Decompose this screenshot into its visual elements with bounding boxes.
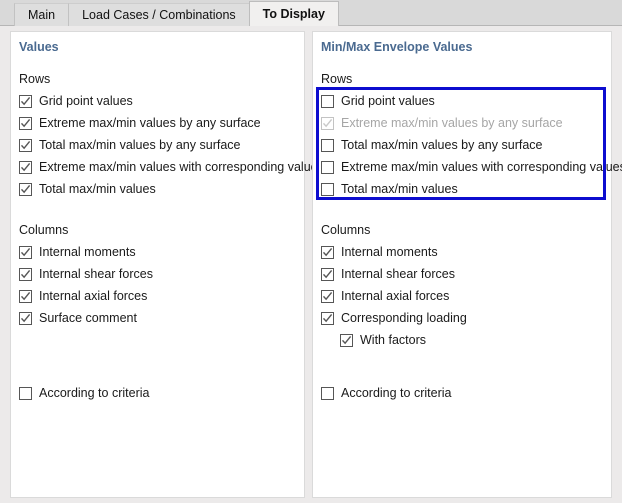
values-row-total-maxmin-values-label: Total max/min values bbox=[39, 182, 156, 196]
envelope-according-to-criteria[interactable]: According to criteria bbox=[321, 384, 451, 402]
values-row-extreme-maxmin-by-any-surface[interactable]: Extreme max/min values by any surface bbox=[19, 114, 261, 132]
envelope-row-extreme-maxmin-with-corresponding[interactable]: Extreme max/min values with correspondin… bbox=[321, 158, 622, 176]
tab-to-display[interactable]: To Display bbox=[249, 1, 339, 26]
values-column-surface-comment[interactable]: Surface comment bbox=[19, 309, 137, 327]
values-rows-group-label: Rows bbox=[19, 72, 50, 86]
values-column-internal-axial-forces-label: Internal axial forces bbox=[39, 289, 147, 303]
values-according-to-criteria-label: According to criteria bbox=[39, 386, 149, 400]
values-row-total-maxmin-by-any-surface[interactable]: Total max/min values by any surface bbox=[19, 136, 240, 154]
tab-to-display-label: To Display bbox=[263, 7, 325, 21]
checkbox-icon[interactable] bbox=[19, 290, 32, 303]
tab-load-cases-combinations-label: Load Cases / Combinations bbox=[82, 8, 236, 22]
values-row-extreme-maxmin-by-any-surface-label: Extreme max/min values by any surface bbox=[39, 116, 261, 130]
checkbox-icon[interactable] bbox=[321, 95, 334, 108]
tab-strip: Main Load Cases / Combinations To Displa… bbox=[0, 0, 622, 26]
checkbox-icon[interactable] bbox=[321, 268, 334, 281]
checkbox-icon[interactable] bbox=[321, 183, 334, 196]
envelope-column-internal-moments[interactable]: Internal moments bbox=[321, 243, 438, 261]
values-according-to-criteria[interactable]: According to criteria bbox=[19, 384, 149, 402]
values-column-surface-comment-label: Surface comment bbox=[39, 311, 137, 325]
checkbox-icon[interactable] bbox=[19, 387, 32, 400]
envelope-row-total-maxmin-values[interactable]: Total max/min values bbox=[321, 180, 458, 198]
envelope-row-grid-point-values[interactable]: Grid point values bbox=[321, 92, 435, 110]
checkbox-icon[interactable] bbox=[321, 161, 334, 174]
tab-main[interactable]: Main bbox=[14, 3, 69, 26]
envelope-row-extreme-maxmin-by-any-surface-label: Extreme max/min values by any surface bbox=[341, 116, 563, 130]
values-row-total-maxmin-by-any-surface-label: Total max/min values by any surface bbox=[39, 138, 240, 152]
checkbox-icon[interactable] bbox=[19, 268, 32, 281]
checkbox-icon[interactable] bbox=[19, 139, 32, 152]
envelope-column-internal-axial-forces[interactable]: Internal axial forces bbox=[321, 287, 449, 305]
checkbox-icon[interactable] bbox=[321, 387, 334, 400]
checkbox-icon[interactable] bbox=[19, 312, 32, 325]
values-column-internal-axial-forces[interactable]: Internal axial forces bbox=[19, 287, 147, 305]
values-panel-title: Values bbox=[19, 40, 59, 54]
envelope-column-with-factors[interactable]: With factors bbox=[340, 331, 426, 349]
values-column-internal-moments-label: Internal moments bbox=[39, 245, 136, 259]
checkbox-icon[interactable] bbox=[321, 246, 334, 259]
tab-load-cases-combinations[interactable]: Load Cases / Combinations bbox=[68, 3, 250, 26]
checkbox-icon[interactable] bbox=[321, 290, 334, 303]
envelope-column-internal-shear-forces[interactable]: Internal shear forces bbox=[321, 265, 455, 283]
values-row-extreme-maxmin-with-corresponding-label: Extreme max/min values with correspondin… bbox=[39, 160, 324, 174]
checkbox-icon[interactable] bbox=[19, 183, 32, 196]
envelope-column-corresponding-loading-label: Corresponding loading bbox=[341, 311, 467, 325]
minmax-envelope-values-panel-title: Min/Max Envelope Values bbox=[321, 40, 472, 54]
checkbox-icon[interactable] bbox=[321, 139, 334, 152]
envelope-columns-group-label: Columns bbox=[321, 223, 370, 237]
envelope-row-total-maxmin-by-any-surface[interactable]: Total max/min values by any surface bbox=[321, 136, 542, 154]
envelope-column-corresponding-loading[interactable]: Corresponding loading bbox=[321, 309, 467, 327]
envelope-row-grid-point-values-label: Grid point values bbox=[341, 94, 435, 108]
tab-list: Main Load Cases / Combinations To Displa… bbox=[14, 2, 338, 26]
envelope-row-total-maxmin-values-label: Total max/min values bbox=[341, 182, 458, 196]
values-row-extreme-maxmin-with-corresponding[interactable]: Extreme max/min values with correspondin… bbox=[19, 158, 324, 176]
values-row-total-maxmin-values[interactable]: Total max/min values bbox=[19, 180, 156, 198]
checkbox-icon[interactable] bbox=[19, 246, 32, 259]
envelope-column-internal-moments-label: Internal moments bbox=[341, 245, 438, 259]
envelope-row-extreme-maxmin-by-any-surface: Extreme max/min values by any surface bbox=[321, 114, 563, 132]
tab-main-label: Main bbox=[28, 8, 55, 22]
values-columns-group-label: Columns bbox=[19, 223, 68, 237]
envelope-column-internal-shear-forces-label: Internal shear forces bbox=[341, 267, 455, 281]
values-row-grid-point-values[interactable]: Grid point values bbox=[19, 92, 133, 110]
checkbox-icon[interactable] bbox=[340, 334, 353, 347]
envelope-according-to-criteria-label: According to criteria bbox=[341, 386, 451, 400]
checkbox-icon[interactable] bbox=[19, 95, 32, 108]
checkbox-icon[interactable] bbox=[321, 312, 334, 325]
values-column-internal-shear-forces[interactable]: Internal shear forces bbox=[19, 265, 153, 283]
tab-content-to-display: Values Rows Grid point values Extreme ma… bbox=[0, 26, 622, 503]
minmax-envelope-values-panel: Min/Max Envelope Values Rows Grid point … bbox=[312, 31, 612, 498]
checkbox-icon[interactable] bbox=[19, 161, 32, 174]
values-panel: Values Rows Grid point values Extreme ma… bbox=[10, 31, 305, 498]
envelope-row-extreme-maxmin-with-corresponding-label: Extreme max/min values with correspondin… bbox=[341, 160, 622, 174]
envelope-row-total-maxmin-by-any-surface-label: Total max/min values by any surface bbox=[341, 138, 542, 152]
values-row-grid-point-values-label: Grid point values bbox=[39, 94, 133, 108]
checkbox-icon bbox=[321, 117, 334, 130]
checkbox-icon[interactable] bbox=[19, 117, 32, 130]
values-column-internal-shear-forces-label: Internal shear forces bbox=[39, 267, 153, 281]
envelope-column-with-factors-label: With factors bbox=[360, 333, 426, 347]
envelope-rows-group-label: Rows bbox=[321, 72, 352, 86]
values-column-internal-moments[interactable]: Internal moments bbox=[19, 243, 136, 261]
envelope-column-internal-axial-forces-label: Internal axial forces bbox=[341, 289, 449, 303]
